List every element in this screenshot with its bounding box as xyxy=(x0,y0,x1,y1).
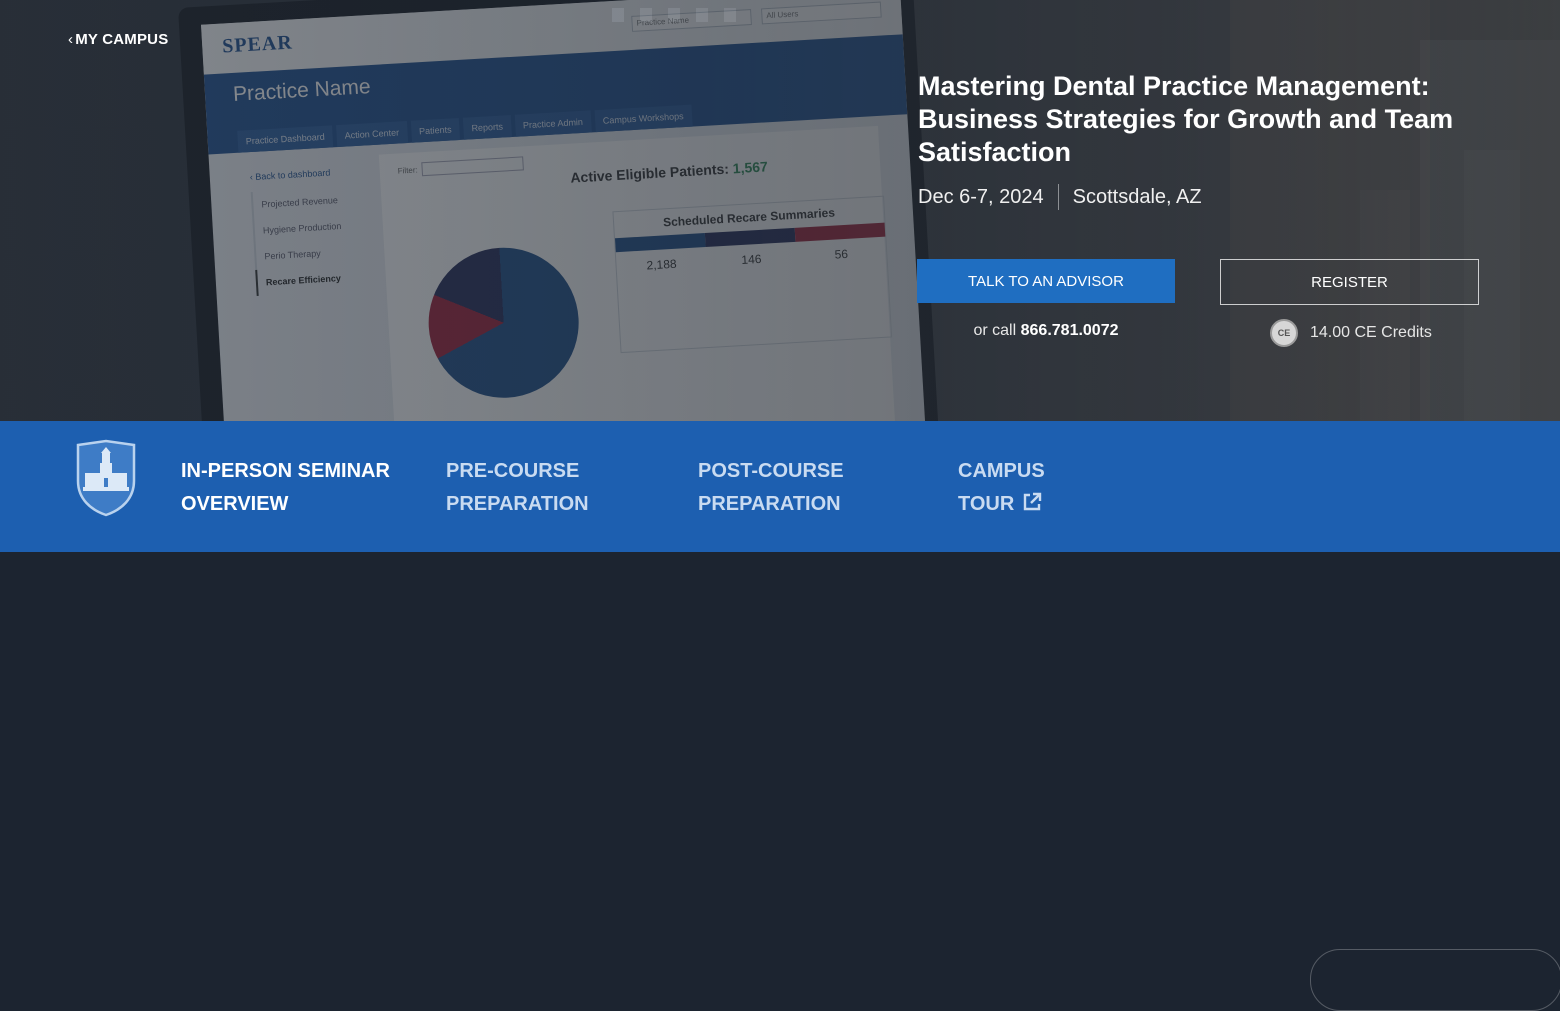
phone-number[interactable]: 866.781.0072 xyxy=(1021,322,1119,339)
mockup-practice-name: Practice Name xyxy=(232,75,372,106)
nav-label-line1: PRE-COURSE xyxy=(446,460,580,482)
chevron-left-icon: ‹ xyxy=(68,31,74,48)
event-meta: Dec 6-7, 2024 Scottsdale, AZ xyxy=(918,184,1202,210)
mockup-screen: SPEAR Practice Name All Users Practice N… xyxy=(200,0,926,421)
campus-shield-icon xyxy=(76,439,136,517)
mockup-sched-value: 2,188 xyxy=(646,256,677,273)
nav-label-line2: PREPARATION xyxy=(698,493,841,515)
nav-label-line1: CAMPUS xyxy=(958,460,1045,482)
talk-to-advisor-button[interactable]: TALK TO AN ADVISOR xyxy=(917,259,1175,303)
ce-credits: CE 14.00 CE Credits xyxy=(1270,319,1432,347)
mockup-filter-label: Filter: xyxy=(397,164,418,176)
mockup-active-value: 1,567 xyxy=(732,158,769,177)
mockup-sched-value: 146 xyxy=(741,251,762,267)
nav-label-line2: TOUR xyxy=(958,493,1015,515)
background-shape xyxy=(1360,190,1410,421)
nav-label-line1: POST-COURSE xyxy=(698,460,844,482)
course-nav-bar: IN-PERSON SEMINAR OVERVIEW PRE-COURSE PR… xyxy=(0,421,1560,1011)
hero-banner: SPEAR Practice Name All Users Practice N… xyxy=(0,0,1560,421)
decorative-outline xyxy=(1310,949,1560,1011)
mockup-sched-value: 56 xyxy=(834,246,849,262)
mockup-practice-select: Practice Name xyxy=(631,9,752,32)
ce-credits-label: 14.00 CE Credits xyxy=(1310,324,1432,341)
my-campus-link[interactable]: ‹ MY CAMPUS xyxy=(68,31,168,48)
mockup-logo: SPEAR xyxy=(221,31,294,58)
mockup-pie-chart xyxy=(424,243,583,402)
nav-post-course[interactable]: POST-COURSE PREPARATION xyxy=(698,455,844,521)
external-link-icon xyxy=(1024,492,1042,511)
event-location: Scottsdale, AZ xyxy=(1072,185,1202,208)
nav-pre-course[interactable]: PRE-COURSE PREPARATION xyxy=(446,455,589,521)
mockup-tab: Reports xyxy=(462,115,512,140)
nav-label-line1: IN-PERSON SEMINAR xyxy=(181,460,390,482)
mockup-recare-summary: Scheduled Recare Summaries 2,188 146 56 xyxy=(612,195,893,354)
mockup-side-item: Recare Efficiency xyxy=(255,263,377,296)
nav-campus-tour[interactable]: CAMPUS TOUR xyxy=(958,455,1045,521)
nav-label-line2: OVERVIEW xyxy=(181,493,289,515)
meta-divider xyxy=(1057,184,1059,210)
mockup-tab: Patients xyxy=(410,118,461,143)
call-prefix: or call xyxy=(973,322,1017,339)
dashboard-mockup-image: SPEAR Practice Name All Users Practice N… xyxy=(178,0,939,421)
event-date: Dec 6-7, 2024 xyxy=(918,185,1044,208)
mockup-main-panel: Filter: Active Eligible Patients: 1,567 … xyxy=(378,125,896,421)
mockup-sidebar: ‹ Back to dashboard Projected Revenue Hy… xyxy=(250,165,377,296)
mockup-filter-select xyxy=(421,156,524,177)
mockup-active-label: Active Eligible Patients: xyxy=(569,160,730,186)
register-button[interactable]: REGISTER xyxy=(1220,259,1479,305)
nav-label-line2: PREPARATION xyxy=(446,493,589,515)
mockup-users-select: All Users xyxy=(760,1,882,25)
mockup-back-link: ‹ Back to dashboard xyxy=(249,167,331,183)
page-title: Mastering Dental Practice Management: Bu… xyxy=(918,71,1454,167)
call-text: or call 866.781.0072 xyxy=(917,322,1175,340)
ce-badge-icon: CE xyxy=(1270,319,1298,347)
my-campus-label: MY CAMPUS xyxy=(75,31,169,48)
nav-seminar-overview[interactable]: IN-PERSON SEMINAR OVERVIEW xyxy=(181,455,390,521)
